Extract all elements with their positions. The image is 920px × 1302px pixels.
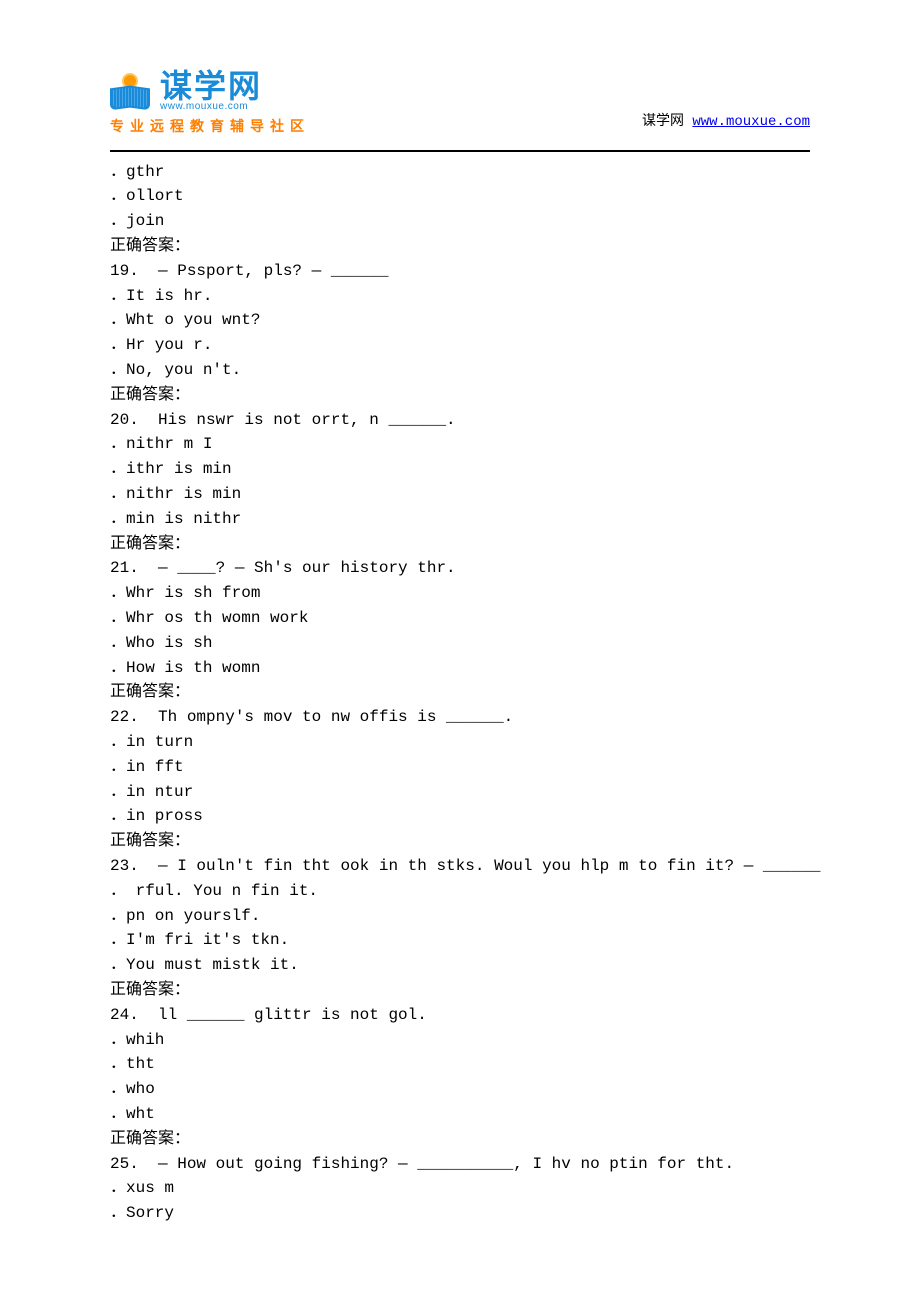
text-line: 21. — ____? — Sh's our history thr. xyxy=(110,556,810,581)
header-divider xyxy=(110,150,810,152)
text-line: ．in turn xyxy=(110,730,810,755)
text-line: 19. — Pssport, pls? — ______ xyxy=(110,259,810,284)
attribution-link[interactable]: www.mouxue.com xyxy=(692,114,810,130)
page-header: 谋学网 www.mouxue.com 专业远程教育辅导社区 谋学网 www.mo… xyxy=(110,70,810,138)
document-body: ．gthr．ollort．join正确答案：19. — Pssport, pls… xyxy=(110,160,810,1226)
text-line: ．Hr you r. xyxy=(110,333,810,358)
attribution-label: 谋学网 xyxy=(642,114,684,130)
text-line: ．nithr is min xyxy=(110,482,810,507)
logo: 谋学网 www.mouxue.com 专业远程教育辅导社区 xyxy=(110,70,310,138)
text-line: ．Whr os th womn work xyxy=(110,606,810,631)
text-line: ．How is th womn xyxy=(110,656,810,681)
text-line: ． rful. You n fin it. xyxy=(110,879,810,904)
text-line: ．wht xyxy=(110,1102,810,1127)
text-line: ．min is nithr xyxy=(110,507,810,532)
text-line: ．Wht o you wnt? xyxy=(110,308,810,333)
text-line: 正确答案： xyxy=(110,383,810,408)
text-line: ．tht xyxy=(110,1052,810,1077)
text-line: ．xus m xyxy=(110,1176,810,1201)
text-line: 20. His nswr is not orrt, n ______. xyxy=(110,408,810,433)
text-line: ．pn on yourslf. xyxy=(110,904,810,929)
text-line: ．Whr is sh from xyxy=(110,581,810,606)
text-line: ．You must mistk it. xyxy=(110,953,810,978)
text-line: ．Sorry xyxy=(110,1201,810,1226)
brand-name: 谋学网 xyxy=(160,70,262,102)
text-line: 正确答案： xyxy=(110,978,810,1003)
text-line: 正确答案： xyxy=(110,532,810,557)
text-line: ．join xyxy=(110,209,810,234)
header-attribution: 谋学网 www.mouxue.com xyxy=(642,112,810,138)
text-line: ．in pross xyxy=(110,804,810,829)
text-line: ．who xyxy=(110,1077,810,1102)
text-line: 正确答案： xyxy=(110,1127,810,1152)
text-line: ．I'm fri it's tkn. xyxy=(110,928,810,953)
text-line: ．ollort xyxy=(110,184,810,209)
text-line: 25. — How out going fishing? — _________… xyxy=(110,1152,810,1177)
text-line: ．It is hr. xyxy=(110,284,810,309)
logo-icon xyxy=(110,73,150,109)
text-line: ．Who is sh xyxy=(110,631,810,656)
text-line: 24. ll ______ glittr is not gol. xyxy=(110,1003,810,1028)
text-line: ．No, you n't. xyxy=(110,358,810,383)
text-line: 22. Th ompny's mov to nw offis is ______… xyxy=(110,705,810,730)
text-line: ．in ntur xyxy=(110,780,810,805)
text-line: ．ithr is min xyxy=(110,457,810,482)
text-line: 正确答案： xyxy=(110,680,810,705)
text-line: 正确答案： xyxy=(110,234,810,259)
text-line: ．nithr m I xyxy=(110,432,810,457)
text-line: ．gthr xyxy=(110,160,810,185)
text-line: ．in fft xyxy=(110,755,810,780)
brand-url-label: www.mouxue.com xyxy=(160,102,262,112)
text-line: 23. — I ouln't fin tht ook in th stks. W… xyxy=(110,854,810,879)
text-line: 正确答案： xyxy=(110,829,810,854)
text-line: ．whih xyxy=(110,1028,810,1053)
brand-tagline: 专业远程教育辅导社区 xyxy=(110,116,310,138)
